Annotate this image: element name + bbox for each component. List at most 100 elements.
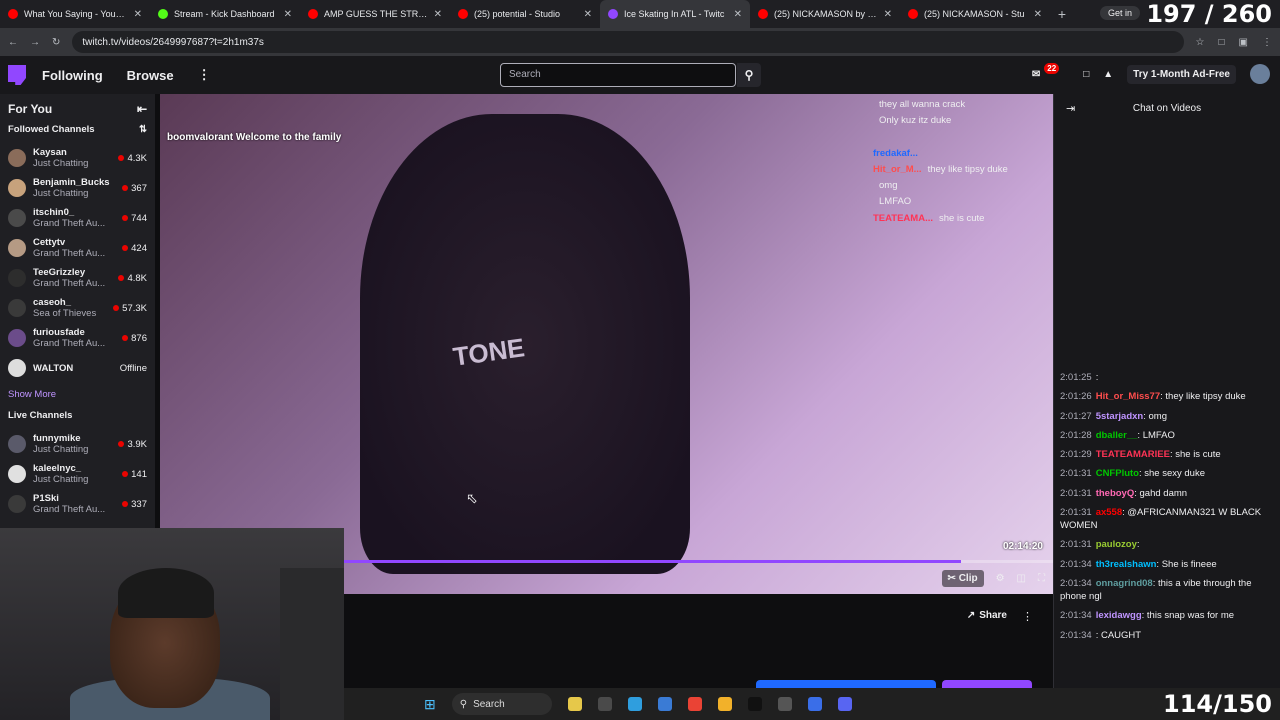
sidebar-channel[interactable]: funnymike Just Chatting 3.9K — [0, 429, 155, 459]
close-tab-icon[interactable]: ✕ — [284, 9, 292, 20]
tiktok-icon[interactable] — [747, 697, 762, 711]
cast-icon[interactable]: ▣ — [1239, 37, 1248, 48]
notification-badge: 22 — [1044, 62, 1060, 74]
obs-icon[interactable] — [777, 697, 792, 711]
sidebar-channel[interactable]: kaleelnyc_ Just Chatting 141 — [0, 459, 155, 489]
close-tab-icon[interactable]: ✕ — [134, 9, 142, 20]
fullscreen-icon[interactable]: ⛶ — [1038, 573, 1045, 584]
chat-text: gahd damn — [1139, 487, 1188, 499]
chat-text: she is cute — [1175, 449, 1221, 461]
store-icon[interactable] — [657, 697, 672, 711]
live-dot-icon — [118, 441, 125, 447]
windows-start-icon[interactable]: ⊞ — [424, 696, 436, 713]
chat-username[interactable]: Hit_or_Miss77 — [1096, 391, 1160, 402]
taskbar-search[interactable]: ⚲ Search — [451, 693, 552, 715]
bookmark-star-icon[interactable]: ☆ — [1196, 37, 1205, 48]
browser-tab[interactable]: AMP GUESS THE STRIPPER - ✕ — [300, 0, 450, 28]
discord-icon[interactable] — [837, 697, 852, 711]
sidebar-channel[interactable]: Cettytv Grand Theft Au... 424 — [0, 233, 155, 263]
sidebar-channel[interactable]: Benjamin_Bucks Just Chatting 367 — [0, 173, 155, 203]
chat-message: 2:01:31 ax558: @AFRICANMAN321 W BLACK WOM… — [1060, 506, 1276, 532]
taskview-icon[interactable] — [597, 697, 612, 711]
theatre-mode-icon[interactable]: ◫ — [1017, 573, 1026, 584]
inbox-icon[interactable]: ✉ — [1032, 69, 1040, 80]
chat-username[interactable]: ax558 — [1096, 507, 1122, 518]
app-icon[interactable] — [807, 697, 822, 711]
close-tab-icon[interactable]: ✕ — [884, 9, 892, 20]
chrome-icon[interactable] — [687, 697, 702, 711]
chat-time: 2:01:31 — [1060, 468, 1092, 480]
browser-tab[interactable]: What You Saying - YouTube ✕ — [0, 0, 150, 28]
gift-subs-button[interactable] — [756, 680, 936, 688]
forward-icon[interactable]: → — [30, 37, 40, 48]
browser-tab[interactable]: Ice Skating In ATL - Twitc ✕ — [600, 0, 750, 28]
user-avatar[interactable] — [1250, 64, 1270, 84]
subscribe-button[interactable] — [942, 680, 1032, 688]
show-more-link[interactable]: Show More — [0, 383, 155, 406]
chat-username[interactable]: th3realshawn — [1096, 559, 1157, 570]
nav-following[interactable]: Following — [42, 68, 103, 83]
chat-message: 2:01:27 5starjadxn: omg — [1060, 410, 1276, 423]
extensions-icon[interactable]: □ — [1219, 37, 1225, 48]
back-icon[interactable]: ← — [8, 37, 18, 48]
webcam-overlay — [0, 528, 344, 720]
sidebar-channel[interactable]: furiousfade Grand Theft Au... 876 — [0, 323, 155, 353]
more-options-icon[interactable]: ⋮ — [1022, 610, 1033, 623]
sidebar-channel[interactable]: caseoh_ Sea of Thieves 57.3K — [0, 293, 155, 323]
browser-tab-bar: What You Saying - YouTube ✕ Stream - Kick … — [0, 0, 1280, 28]
settings-gear-icon[interactable]: ⚙ — [996, 573, 1005, 584]
search-icon[interactable]: ⚲ — [737, 63, 761, 87]
url-field[interactable]: twitch.tv/videos/2649997687?t=2h1m37s — [72, 31, 1184, 53]
get-in-button[interactable]: Get in — [1099, 6, 1140, 20]
sidebar-channel[interactable]: Kaysan Just Chatting 4.3K — [0, 143, 155, 173]
browser-tab[interactable]: (25) potential - Studio ✕ — [450, 0, 600, 28]
close-tab-icon[interactable]: ✕ — [734, 9, 742, 20]
drops-icon[interactable]: ▲ — [1103, 69, 1113, 80]
collapse-sidebar-icon[interactable]: ⇤ — [137, 102, 147, 116]
channel-name: itschin0_ — [33, 207, 75, 218]
overlay-chat-text: omg — [879, 180, 898, 192]
sidebar-channel[interactable]: itschin0_ Grand Theft Au... 744 — [0, 203, 155, 233]
chat-username[interactable]: paulozoy — [1096, 539, 1137, 550]
sidebar-channel[interactable]: P1Ski Grand Theft Au... 337 — [0, 489, 155, 519]
nav-browse[interactable]: Browse — [127, 68, 174, 83]
whispers-icon[interactable]: □ — [1083, 69, 1089, 80]
twitch-logo-icon[interactable] — [8, 65, 26, 85]
chat-time: 2:01:31 — [1060, 539, 1092, 551]
close-tab-icon[interactable]: ✕ — [434, 9, 442, 20]
edge-icon[interactable] — [627, 697, 642, 711]
live-dot-icon — [122, 245, 129, 251]
chat-username[interactable]: 5starjadxn — [1096, 411, 1144, 422]
close-tab-icon[interactable]: ✕ — [1034, 9, 1042, 20]
reload-icon[interactable]: ↻ — [52, 37, 60, 48]
browser-tab[interactable]: (25) NICKAMASON - Stu ✕ — [900, 0, 1050, 28]
sidebar-channel-offline[interactable]: WALTON Offline — [0, 353, 155, 383]
browser-tab[interactable]: (25) NICKAMASON by VNick ✕ — [750, 0, 900, 28]
chat-username[interactable]: lexidawgg — [1096, 610, 1142, 621]
sort-icon[interactable]: ⇅ — [139, 124, 147, 135]
video-subject — [360, 114, 690, 574]
video-player[interactable]: TONE boomvalorant Welcome to the family … — [160, 94, 1053, 594]
browser-tab[interactable]: Stream - Kick Dashboard ✕ — [150, 0, 300, 28]
channel-category: Just Chatting — [33, 158, 89, 169]
share-button[interactable]: ↗ Share — [967, 610, 1007, 621]
file-explorer-icon[interactable] — [717, 697, 732, 711]
collapse-chat-icon[interactable]: ⇥ — [1066, 102, 1075, 115]
search-input[interactable]: Search — [500, 63, 736, 87]
chat-username[interactable]: dballer__ — [1096, 430, 1138, 441]
new-tab-icon[interactable]: + — [1050, 6, 1074, 22]
sidebar-channel[interactable]: TeeGrizzley Grand Theft Au... 4.8K — [0, 263, 155, 293]
chat-username[interactable]: TEATEAMARIEE — [1096, 449, 1170, 460]
chat-username[interactable]: theboyQ — [1096, 488, 1135, 499]
more-menu-icon[interactable]: ⋮ — [198, 67, 211, 83]
webcam-person-headphones — [118, 568, 214, 618]
clip-button[interactable]: ✂ Clip — [941, 570, 984, 587]
menu-icon[interactable]: ⋮ — [1262, 37, 1272, 48]
chat-message-list: 2:01:25: 2:01:26 Hit_or_Miss77: they like… — [1060, 371, 1276, 648]
chat-username[interactable]: CNFPluto — [1096, 468, 1139, 479]
widgets-icon[interactable] — [567, 697, 582, 711]
try-adfree-button[interactable]: Try 1-Month Ad-Free — [1127, 64, 1236, 84]
video-progress-bar[interactable] — [343, 560, 1053, 563]
close-tab-icon[interactable]: ✕ — [584, 9, 592, 20]
chat-username[interactable]: onnagrind08 — [1096, 578, 1153, 589]
